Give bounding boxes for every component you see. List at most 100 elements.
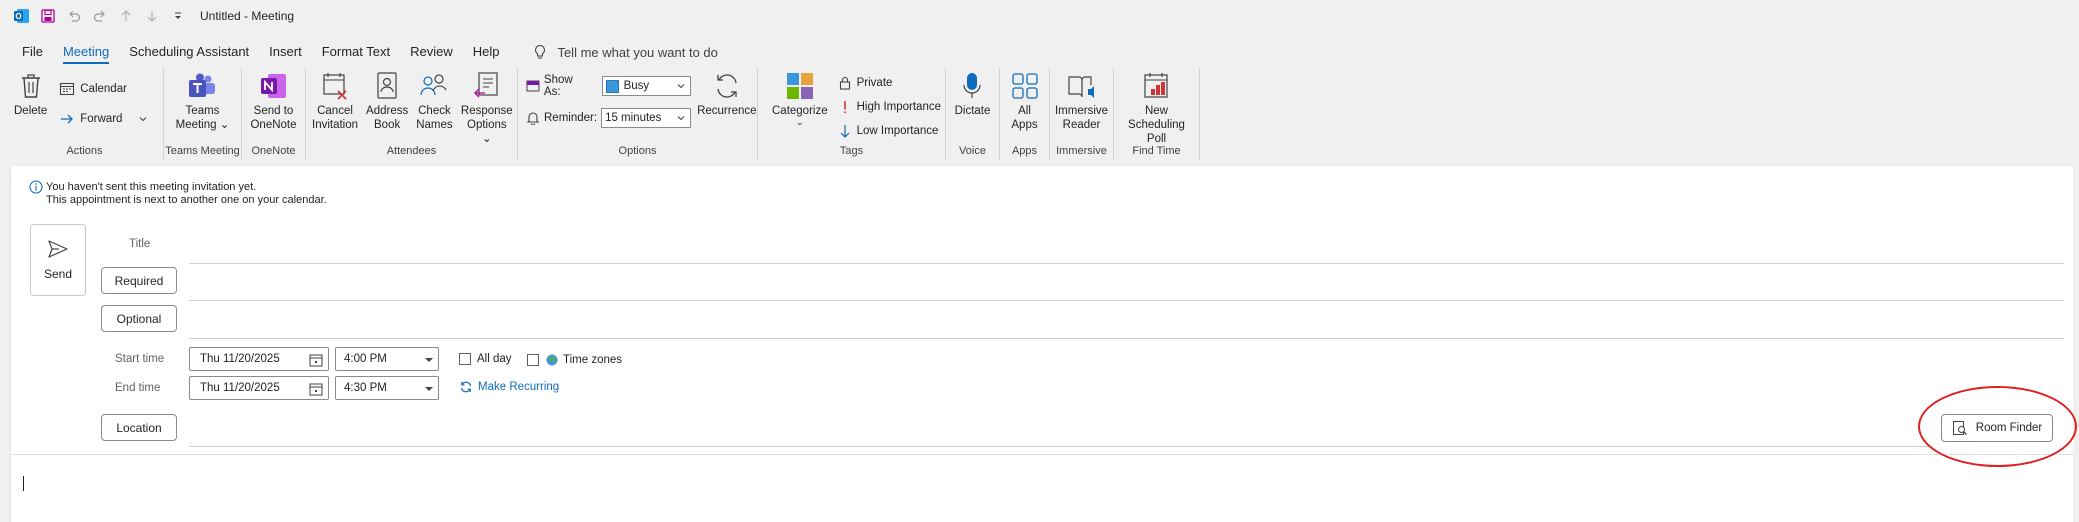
info-icon — [29, 180, 43, 194]
group-label-teams-meeting: Teams Meeting — [165, 145, 240, 157]
address-book-button[interactable]: Address Book — [362, 70, 412, 132]
all-apps-button[interactable]: All Apps — [1005, 70, 1045, 132]
scheduling-poll-icon — [1141, 70, 1173, 102]
required-button[interactable]: Required — [101, 267, 177, 294]
start-time-input[interactable]: 4:00 PM — [335, 347, 439, 371]
group-label-attendees: Attendees — [386, 145, 437, 157]
group-onenote: Send to OneNote OneNote — [242, 68, 306, 160]
show-as-row: Show As: Busy — [526, 74, 692, 98]
quick-access-toolbar — [0, 0, 190, 32]
reminder-dropdown[interactable]: 15 minutes — [601, 108, 692, 128]
room-finder-button[interactable]: Room Finder — [1941, 414, 2053, 442]
all-apps-label-2: Apps — [1011, 119, 1038, 131]
low-importance-button[interactable]: Low Importance — [838, 120, 941, 142]
calendar-button[interactable]: Calendar — [59, 78, 153, 100]
title-label: Title — [129, 238, 151, 250]
send-label: Send — [43, 267, 73, 281]
time-zones-checkbox[interactable]: Time zones — [527, 353, 622, 367]
group-actions: Delete Calendar Forward Actions — [6, 68, 164, 160]
body-text-caret[interactable] — [23, 476, 24, 491]
check-names-label-2: Names — [416, 119, 453, 131]
recurrence-icon — [711, 70, 743, 102]
send-button[interactable]: Send — [30, 224, 86, 296]
immersive-reader-button[interactable]: Immersive Reader — [1051, 70, 1112, 132]
address-book-label-1: Address — [366, 105, 409, 117]
response-options-button[interactable]: Response Options ⌄ — [457, 70, 517, 146]
lock-icon — [839, 76, 850, 90]
response-options-icon — [471, 70, 503, 102]
end-date-input[interactable]: Thu 11/20/2025 — [189, 376, 329, 400]
immersive-reader-icon — [1066, 70, 1098, 102]
info-line-1: You haven't sent this meeting invitation… — [29, 180, 327, 194]
all-day-box[interactable] — [459, 353, 471, 365]
tab-meeting[interactable]: Meeting — [53, 40, 119, 64]
group-apps: All Apps Apps — [1000, 68, 1050, 160]
check-names-icon — [418, 70, 450, 102]
recurrence-label: Recurrence — [697, 105, 757, 117]
undo-icon[interactable] — [62, 4, 86, 28]
cancel-invitation-icon — [319, 70, 351, 102]
calendar-picker-icon[interactable] — [308, 381, 324, 397]
tab-insert[interactable]: Insert — [259, 40, 312, 64]
recurrence-button[interactable]: Recurrence — [693, 70, 760, 118]
optional-input[interactable] — [189, 338, 2064, 339]
new-scheduling-poll-label-1: New — [1144, 105, 1168, 117]
check-names-button[interactable]: Check Names — [412, 70, 456, 132]
tab-format-text[interactable]: Format Text — [312, 40, 400, 64]
bell-icon — [526, 112, 540, 125]
immersive-reader-label-1: Immersive — [1054, 105, 1109, 117]
teams-meeting-button[interactable]: Teams Meeting ⌄ — [172, 70, 234, 132]
tab-help[interactable]: Help — [463, 40, 510, 64]
teams-icon — [186, 70, 218, 102]
info-bar: You haven't sent this meeting invitation… — [29, 180, 327, 206]
meeting-form: You haven't sent this meeting invitation… — [10, 166, 2074, 522]
all-day-checkbox[interactable]: All day — [459, 353, 512, 365]
location-button[interactable]: Location — [101, 414, 177, 441]
start-time-label: Start time — [115, 353, 165, 365]
reminder-value: 15 minutes — [605, 112, 662, 124]
group-label-tags: Tags — [839, 145, 864, 157]
chevron-down-icon — [677, 84, 685, 89]
cancel-invitation-button[interactable]: Cancel Invitation — [308, 70, 362, 132]
dictate-button[interactable]: Dictate — [951, 70, 995, 118]
globe-icon — [546, 354, 558, 366]
response-options-label-1: Response — [460, 105, 513, 117]
delete-label: Delete — [14, 105, 48, 117]
tell-me-search[interactable]: Tell me what you want to do — [533, 44, 718, 60]
new-scheduling-poll-button[interactable]: New Scheduling Poll — [1114, 70, 1199, 146]
end-time-input[interactable]: 4:30 PM — [335, 376, 439, 400]
send-to-onenote-button[interactable]: Send to OneNote — [246, 70, 300, 132]
tab-scheduling-assistant[interactable]: Scheduling Assistant — [119, 40, 259, 64]
start-date-input[interactable]: Thu 11/20/2025 — [189, 347, 329, 371]
delete-button[interactable]: Delete — [6, 70, 53, 118]
cancel-invitation-label-1: Cancel — [317, 105, 353, 117]
onenote-label-2: OneNote — [250, 119, 297, 131]
menu-bar: File Meeting Scheduling Assistant Insert… — [0, 40, 718, 64]
busy-color-swatch — [605, 79, 619, 93]
redo-icon[interactable] — [88, 4, 112, 28]
up-arrow-icon[interactable] — [114, 4, 138, 28]
tab-file[interactable]: File — [12, 40, 53, 64]
low-importance-label: Low Importance — [856, 125, 939, 137]
chevron-down-icon: ⌄ — [796, 117, 804, 127]
calendar-picker-icon[interactable] — [308, 352, 324, 368]
window-title: Untitled - Meeting — [200, 9, 295, 23]
tab-review[interactable]: Review — [400, 40, 463, 64]
time-zones-box[interactable] — [527, 354, 539, 366]
location-input[interactable] — [189, 446, 1933, 447]
make-recurring-link[interactable]: Make Recurring — [459, 380, 559, 394]
high-importance-button[interactable]: High Importance — [838, 96, 941, 118]
optional-button[interactable]: Optional — [101, 305, 177, 332]
reminder-label: Reminder: — [544, 112, 598, 124]
forward-button[interactable]: Forward — [59, 108, 153, 130]
private-label: Private — [856, 77, 893, 89]
show-as-dropdown[interactable]: Busy — [601, 76, 692, 96]
down-arrow-icon[interactable] — [140, 4, 164, 28]
required-input[interactable] — [189, 300, 2064, 301]
private-button[interactable]: Private — [838, 72, 941, 94]
save-icon[interactable] — [36, 4, 60, 28]
title-input[interactable] — [189, 263, 2064, 264]
customize-toolbar-icon[interactable] — [166, 4, 190, 28]
room-finder-icon — [1952, 421, 1967, 435]
categorize-button[interactable]: Categorize ⌄ — [768, 70, 832, 127]
